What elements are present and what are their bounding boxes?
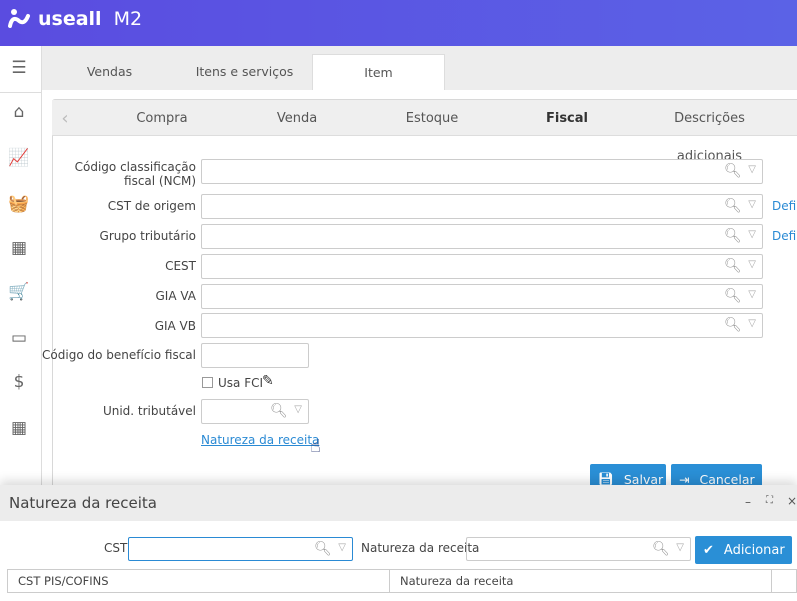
natureza-table: CST PIS/COFINS Natureza da receita: [7, 569, 797, 593]
cst-origem-input[interactable]: 🔍︎ ▽: [201, 194, 763, 219]
app-header: useall M2: [0, 0, 797, 46]
chevron-down-icon[interactable]: ▽: [676, 542, 684, 553]
beneficio-label: Código do benefício fiscal: [42, 348, 196, 362]
chart-icon[interactable]: 📈: [8, 148, 30, 168]
add-button[interactable]: ✔ Adicionar: [695, 536, 792, 564]
check-icon: ✔: [703, 542, 714, 558]
search-icon[interactable]: 🔍︎: [314, 541, 332, 557]
minimize-icon[interactable]: –: [745, 495, 751, 509]
natureza-input[interactable]: 🔍︎ ▽: [466, 537, 691, 561]
search-icon[interactable]: 🔍︎: [724, 163, 742, 179]
logo-suffix: M2: [113, 8, 143, 30]
card-icon[interactable]: ▭: [8, 328, 30, 348]
cest-input[interactable]: 🔍︎ ▽: [201, 254, 763, 279]
search-icon[interactable]: 🔍︎: [724, 288, 742, 304]
search-icon[interactable]: 🔍︎: [724, 198, 742, 214]
grupo-input[interactable]: 🔍︎ ▽: [201, 224, 763, 249]
subtab-descricoes[interactable]: Descrições adicionais: [642, 100, 777, 164]
tab-itens-servicos[interactable]: Itens e serviços: [182, 54, 307, 90]
usa-fci-label: Usa FCI: [218, 376, 264, 390]
define-cst-link[interactable]: Defi: [772, 199, 796, 213]
cart-add-icon[interactable]: 🛒: [8, 282, 30, 302]
calculator-icon[interactable]: ▦: [8, 418, 30, 438]
chevron-down-icon[interactable]: ▽: [338, 542, 346, 553]
column-header[interactable]: CST PIS/COFINS: [7, 569, 390, 593]
column-header[interactable]: Natureza da receita: [389, 569, 772, 593]
chevron-down-icon[interactable]: ▽: [748, 229, 756, 240]
chevron-down-icon[interactable]: ▽: [748, 199, 756, 210]
cest-label: CEST: [165, 259, 196, 273]
define-grupo-link[interactable]: Defi: [772, 229, 796, 243]
basket-icon[interactable]: 🧺: [8, 194, 30, 214]
search-icon[interactable]: 🔍︎: [270, 403, 288, 419]
prev-tab-arrow-icon[interactable]: ‹: [58, 100, 72, 136]
logo-icon: [8, 9, 30, 28]
add-label: Adicionar: [723, 542, 785, 558]
natureza-receita-link[interactable]: Natureza da receita: [201, 433, 319, 447]
unid-label: Unid. tributável: [102, 404, 196, 418]
usa-fci-checkbox[interactable]: [202, 377, 213, 388]
subtab-estoque[interactable]: Estoque: [392, 100, 472, 136]
subtab-venda[interactable]: Venda: [257, 100, 337, 136]
gia-va-label: GIA VA: [155, 289, 196, 303]
cst-input[interactable]: 🔍︎ ▽: [128, 537, 353, 561]
cst-label: CST: [104, 541, 128, 555]
ncm-input[interactable]: 🔍︎ ▽: [201, 159, 763, 184]
grupo-label: Grupo tributário: [99, 229, 196, 243]
subtab-compra[interactable]: Compra: [122, 100, 202, 136]
hand-cursor-icon: ☝: [310, 436, 321, 457]
dollar-icon[interactable]: $: [8, 372, 30, 392]
logo: useall M2: [8, 8, 142, 30]
gia-vb-input[interactable]: 🔍︎ ▽: [201, 313, 763, 338]
chevron-down-icon[interactable]: ▽: [748, 289, 756, 300]
table-header-row: CST PIS/COFINS Natureza da receita: [7, 569, 797, 593]
natureza-modal: Natureza da receita – ⛶ × CST 🔍︎ ▽ Nature…: [0, 485, 797, 601]
close-icon[interactable]: ×: [787, 494, 797, 508]
unid-input[interactable]: 🔍︎ ▽: [201, 399, 309, 424]
gia-va-input[interactable]: 🔍︎ ▽: [201, 284, 763, 309]
pencil-icon[interactable]: ✎: [262, 373, 274, 389]
main-tabs: Vendas Itens e serviços Item: [42, 46, 797, 90]
search-icon[interactable]: 🔍︎: [652, 541, 670, 557]
search-icon[interactable]: 🔍︎: [724, 258, 742, 274]
search-icon[interactable]: 🔍︎: [724, 317, 742, 333]
ncm-label: Código classificação fiscal (NCM): [74, 160, 196, 188]
tab-vendas[interactable]: Vendas: [62, 54, 157, 90]
menu-icon[interactable]: ☰: [8, 58, 30, 78]
column-header: [771, 569, 797, 593]
home-icon[interactable]: ⌂: [8, 102, 30, 122]
boxes-icon[interactable]: ▦: [8, 238, 30, 258]
cst-origem-label: CST de origem: [107, 199, 196, 213]
chevron-down-icon[interactable]: ▽: [748, 259, 756, 270]
chevron-down-icon[interactable]: ▽: [294, 404, 302, 415]
chevron-down-icon[interactable]: ▽: [748, 164, 756, 175]
logo-text: useall: [38, 8, 102, 30]
modal-title: Natureza da receita: [0, 485, 797, 521]
maximize-icon[interactable]: ⛶: [766, 495, 773, 506]
chevron-down-icon[interactable]: ▽: [748, 318, 756, 329]
tab-item[interactable]: Item: [312, 54, 445, 90]
beneficio-input[interactable]: [201, 343, 309, 368]
subtab-fiscal[interactable]: Fiscal: [527, 100, 607, 136]
natureza-label: Natureza da receita: [361, 541, 480, 555]
sub-tabs: ‹ Compra Venda Estoque Fiscal Descrições…: [52, 100, 797, 164]
gia-vb-label: GIA VB: [154, 319, 196, 333]
search-icon[interactable]: 🔍︎: [724, 228, 742, 244]
